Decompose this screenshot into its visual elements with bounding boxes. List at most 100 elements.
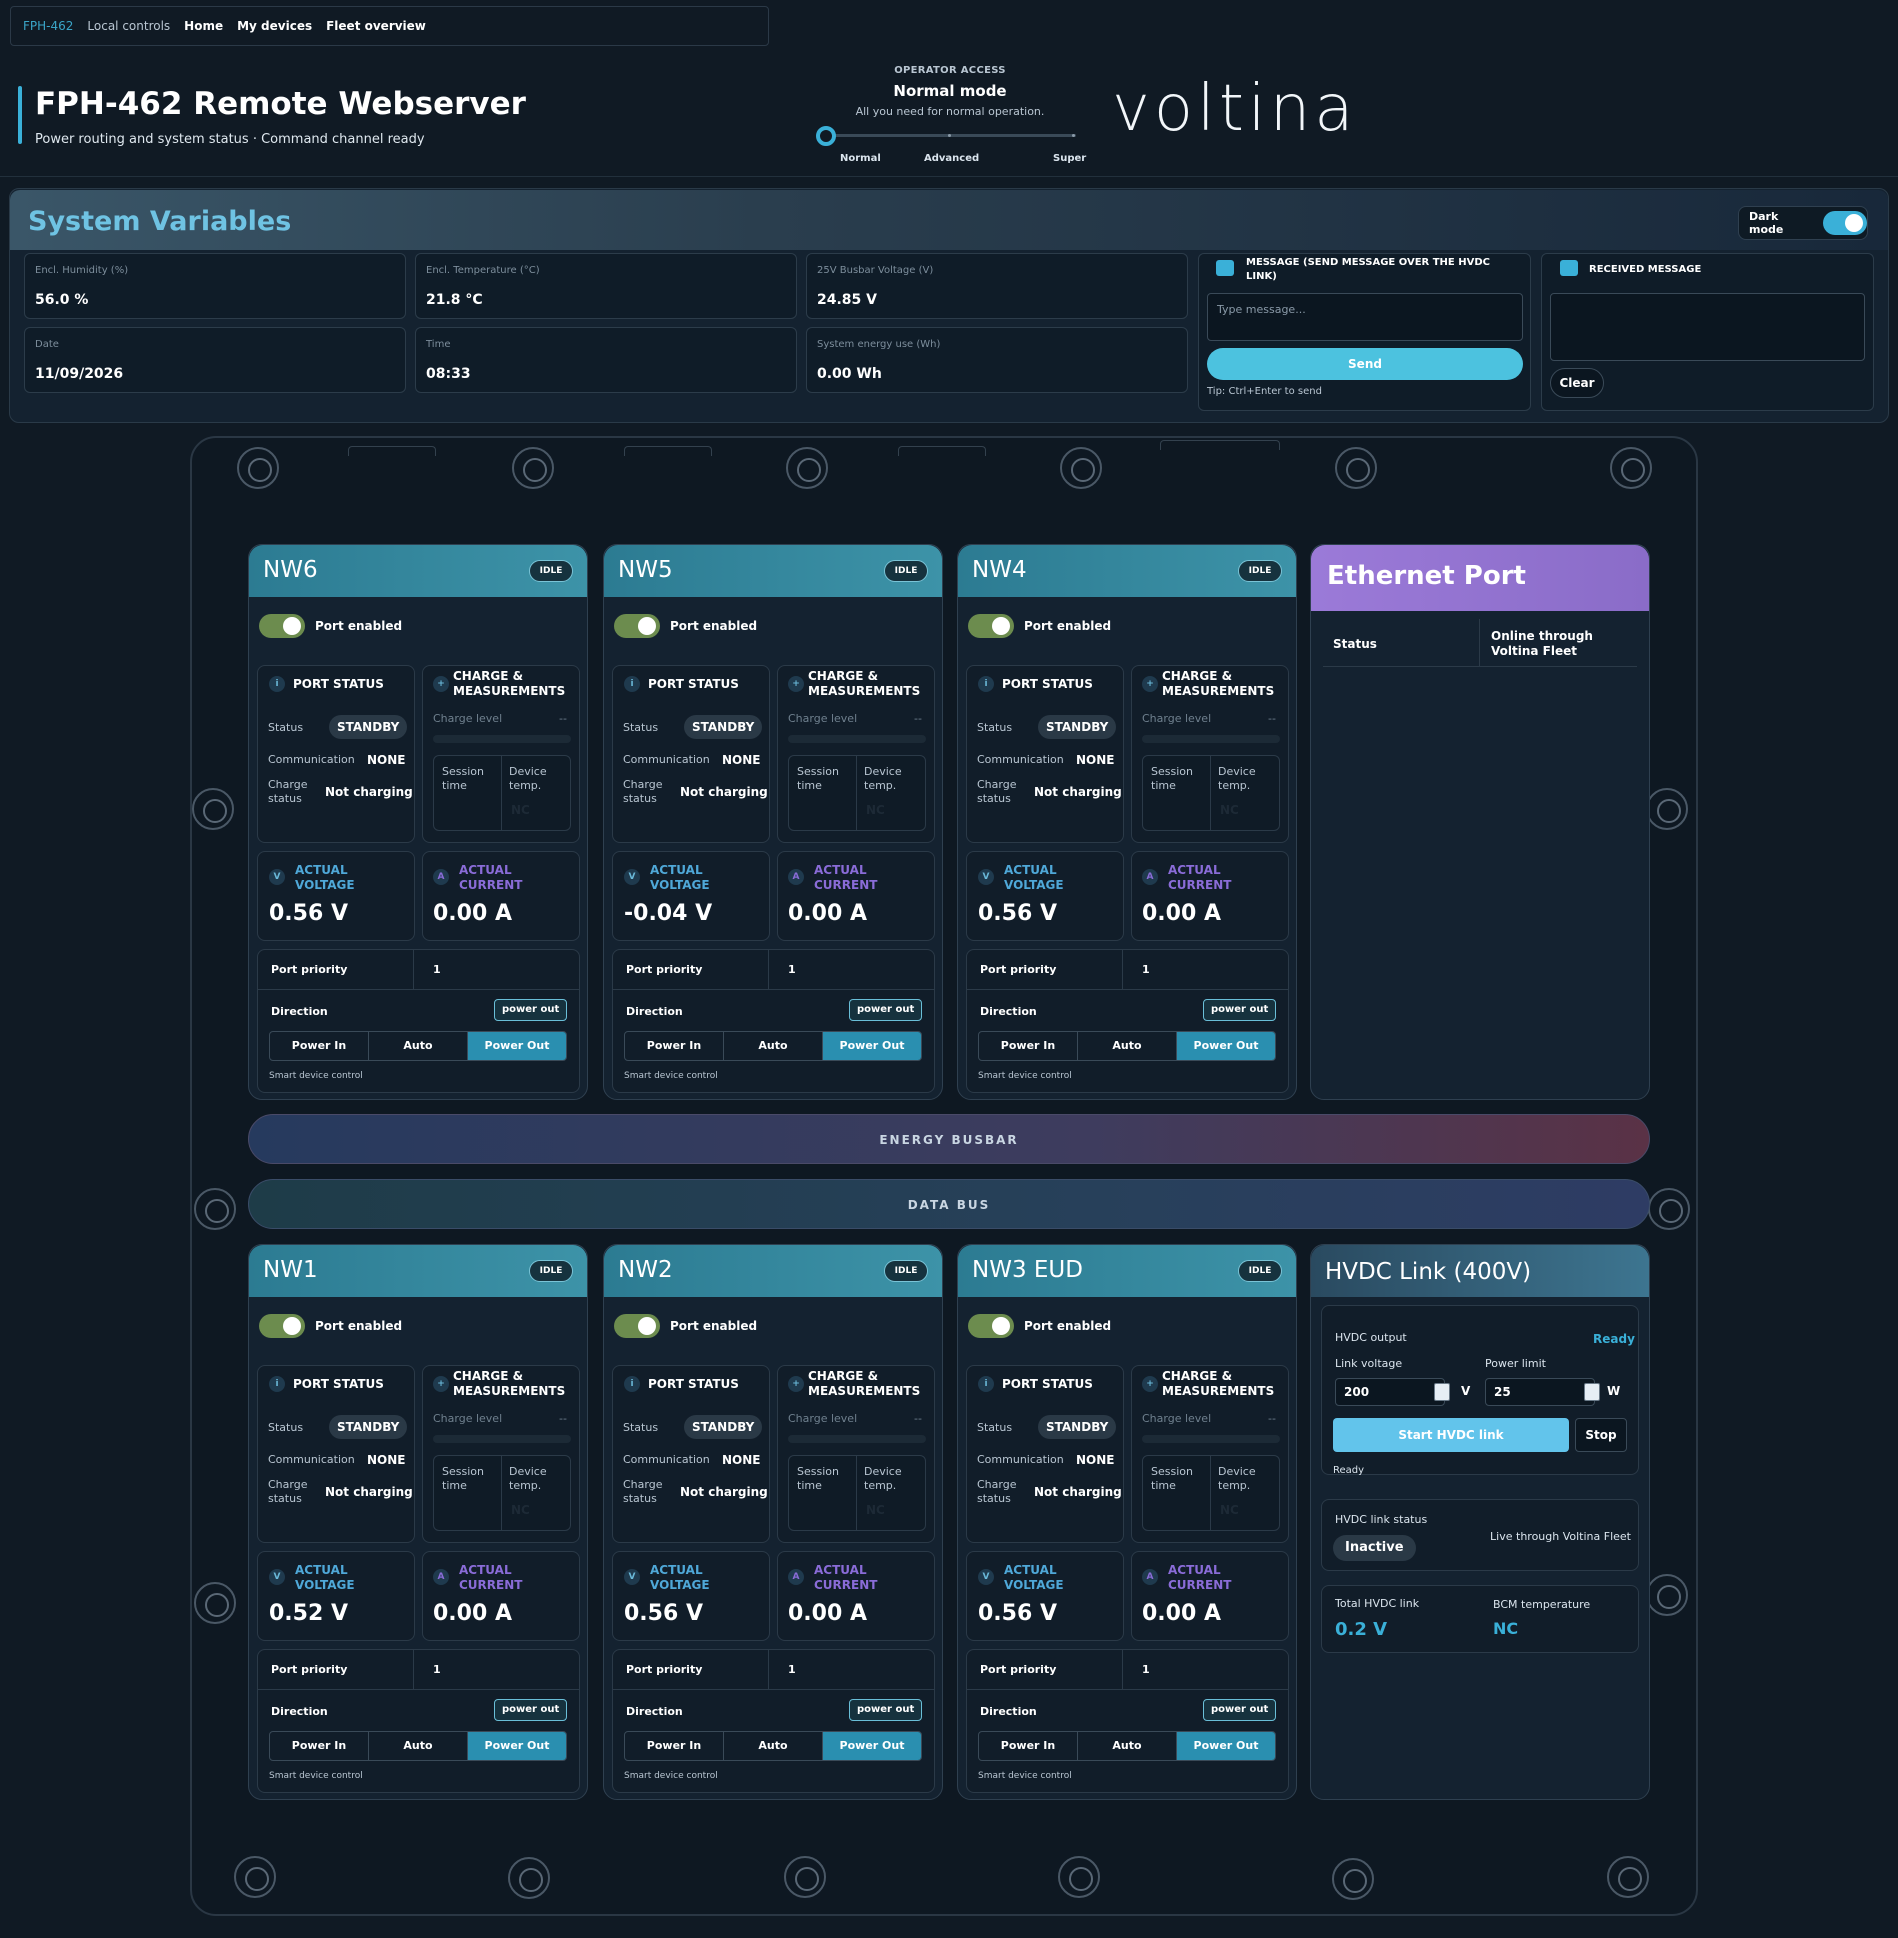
power-out-option[interactable]: Power Out [823,1732,921,1760]
charge-level-label: Charge level [433,712,503,725]
link-voltage-spinner[interactable] [1434,1383,1450,1401]
status-badge: STANDBY [1038,715,1117,739]
charge-level-label: Charge level [788,1412,858,1425]
nav-my-devices[interactable]: My devices [237,19,312,33]
power-in-option[interactable]: Power In [979,1032,1078,1060]
level-advanced[interactable]: Advanced [924,153,979,164]
var-label: Encl. Temperature (°C) [426,265,540,276]
charge-level-bar [433,1435,571,1443]
port-name: NW2 [618,1257,673,1283]
port-card: NW1 IDLE Port enabled i PORT STATUS Status STA… [248,1244,588,1800]
message-input[interactable]: Type message... [1207,293,1523,341]
screw-icon [1648,1188,1690,1230]
auto-option[interactable]: Auto [369,1032,468,1060]
level-super[interactable]: Super [1053,153,1086,164]
ethernet-title: Ethernet Port [1327,561,1526,591]
var-value: 24.85 V [817,292,877,308]
port-enabled-toggle[interactable] [614,1314,660,1338]
port-priority-value[interactable]: 1 [1142,1663,1150,1676]
voltage-icon: V [978,1569,994,1585]
charge-status-label: Charge status [977,778,1017,805]
plus-icon: + [1142,1376,1158,1392]
level-normal[interactable]: Normal [840,153,881,164]
port-priority-value[interactable]: 1 [788,963,796,976]
nav-fleet-overview[interactable]: Fleet overview [326,19,426,33]
power-out-option[interactable]: Power Out [468,1032,566,1060]
charge-level-label: Charge level [1142,712,1212,725]
charge-level-bar [1142,735,1280,743]
port-card: NW6 IDLE Port enabled i PORT STATUS Status STA… [248,544,588,1100]
auto-option[interactable]: Auto [724,1732,823,1760]
var-energy-use: System energy use (Wh) 0.00 Wh [806,327,1188,393]
charge-status-value: Not charging [680,785,768,799]
screw-icon [784,1856,826,1898]
info-icon: i [624,1376,640,1392]
power-out-option[interactable]: Power Out [823,1032,921,1060]
start-hvdc-link-button[interactable]: Start HVDC link [1333,1418,1569,1452]
direction-selector: Power In Auto Power Out [978,1031,1276,1061]
port-name: NW4 [972,557,1027,583]
bcm-temp-label: BCM temperature [1493,1598,1591,1611]
power-limit-spinner[interactable] [1584,1383,1600,1401]
device-temp-label: Device temp. [1218,1465,1256,1492]
screw-icon [786,447,828,489]
power-limit-input[interactable]: 25 [1485,1378,1595,1406]
power-in-option[interactable]: Power In [270,1732,369,1760]
direction-badge: power out [1203,999,1277,1021]
port-enabled-toggle[interactable] [968,614,1014,638]
ethernet-status-value: Online through Voltina Fleet [1491,629,1593,658]
nav-local-controls[interactable]: Local controls [87,19,170,33]
port-status-title: PORT STATUS [293,1377,384,1391]
port-priority-value[interactable]: 1 [1142,963,1150,976]
status-badge: STANDBY [329,715,408,739]
port-enabled-toggle[interactable] [259,1314,305,1338]
session-time-label: Session time [442,1465,484,1492]
actual-voltage-title: ACTUAL VOLTAGE [295,1563,355,1592]
charge-measurements-title: CHARGE & MEASUREMENTS [808,669,921,698]
live-through-fleet: Live through Voltina Fleet [1490,1530,1631,1543]
auto-option[interactable]: Auto [1078,1032,1177,1060]
voltage-value: 0.56 V [624,1601,703,1626]
auto-option[interactable]: Auto [724,1032,823,1060]
power-in-option[interactable]: Power In [625,1732,724,1760]
port-card: NW3 EUD IDLE Port enabled i PORT STATUS Statu… [957,1244,1297,1800]
port-enabled-toggle[interactable] [259,614,305,638]
screw-icon [194,1582,236,1624]
power-out-option[interactable]: Power Out [468,1732,566,1760]
port-priority-value[interactable]: 1 [788,1663,796,1676]
port-priority-value[interactable]: 1 [433,963,441,976]
charge-level-value: -- [914,712,922,725]
nav-home[interactable]: Home [184,19,223,33]
current-icon: A [433,869,449,885]
send-button[interactable]: Send [1207,348,1523,380]
power-in-option[interactable]: Power In [625,1032,724,1060]
auto-option[interactable]: Auto [1078,1732,1177,1760]
port-enabled-toggle[interactable] [968,1314,1014,1338]
current-value: 0.00 A [1142,1601,1221,1626]
power-out-option[interactable]: Power Out [1177,1032,1275,1060]
total-hvdc-label: Total HVDC link [1335,1597,1420,1610]
plus-icon: + [1142,676,1158,692]
divider [612,1689,935,1690]
access-level-slider-handle[interactable] [816,126,836,146]
port-enabled-label: Port enabled [670,1319,758,1333]
clear-button[interactable]: Clear [1550,368,1604,398]
dark-mode-toggle[interactable] [1823,211,1867,235]
power-in-option[interactable]: Power In [270,1032,369,1060]
power-out-option[interactable]: Power Out [1177,1732,1275,1760]
link-voltage-input[interactable]: 200 [1335,1378,1445,1406]
access-level-slider[interactable] [826,134,1076,137]
current-icon: A [788,1569,804,1585]
auto-option[interactable]: Auto [369,1732,468,1760]
port-enabled-toggle[interactable] [614,614,660,638]
screw-icon [194,1188,236,1230]
status-label: Status [623,721,659,734]
nav-brand[interactable]: FPH-462 [23,19,73,33]
info-icon: i [624,676,640,692]
stop-button[interactable]: Stop [1575,1418,1627,1452]
port-priority-value[interactable]: 1 [433,1663,441,1676]
current-value: 0.00 A [788,1601,867,1626]
power-in-option[interactable]: Power In [979,1732,1078,1760]
port-name: NW6 [263,557,318,583]
header-divider [0,176,1898,177]
